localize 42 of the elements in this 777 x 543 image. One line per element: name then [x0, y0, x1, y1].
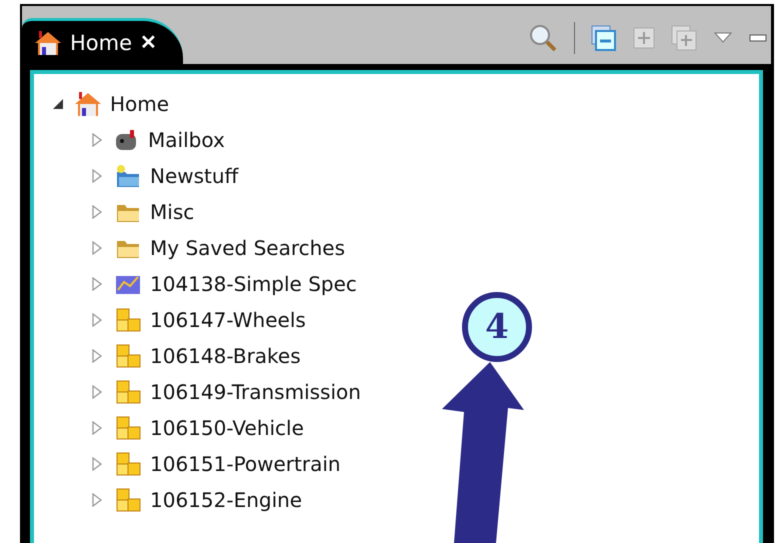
collapsed-arrow-icon[interactable] — [92, 493, 102, 507]
tree-item[interactable]: My Saved Searches — [150, 236, 346, 260]
boxes-icon — [114, 487, 142, 513]
collapsed-arrow-icon[interactable] — [92, 349, 102, 363]
tree-item[interactable]: 106148-Brakes — [150, 344, 301, 368]
boxes-icon — [114, 451, 142, 477]
folder-star-icon — [114, 164, 142, 188]
tree-item[interactable]: Home — [110, 92, 170, 116]
collapsed-arrow-icon[interactable] — [92, 457, 102, 471]
house-icon — [74, 91, 102, 117]
expand-all-icon[interactable] — [671, 25, 697, 51]
tab-label: Home — [70, 30, 132, 54]
collapsed-arrow-icon[interactable] — [92, 241, 102, 255]
tree-item[interactable]: 106147-Wheels — [150, 308, 306, 332]
tree-item[interactable]: 104138-Simple Spec — [150, 272, 357, 296]
collapsed-arrow-icon[interactable] — [92, 421, 102, 435]
collapsed-arrow-icon[interactable] — [92, 133, 102, 147]
tree-item[interactable]: 106149-Transmission — [150, 380, 361, 404]
house-icon — [34, 30, 62, 56]
boxes-icon — [114, 415, 142, 441]
tree-item[interactable]: 106152-Engine — [150, 488, 302, 512]
home-tab[interactable]: Home ✕ — [22, 18, 184, 64]
collapse-all-icon[interactable] — [591, 25, 617, 51]
boxes-icon — [114, 379, 142, 405]
close-button[interactable]: ✕ — [140, 30, 158, 55]
menu-icon[interactable] — [713, 31, 733, 45]
boxes-icon — [114, 343, 142, 369]
expand-icon[interactable] — [633, 27, 655, 49]
tree-item[interactable]: Newstuff — [150, 164, 238, 188]
minimize-icon[interactable] — [749, 33, 767, 43]
collapsed-arrow-icon[interactable] — [92, 169, 102, 183]
tree-item[interactable]: Mailbox — [148, 128, 225, 152]
tree-item[interactable]: 106151-Powertrain — [150, 452, 341, 476]
collapsed-arrow-icon[interactable] — [92, 205, 102, 219]
collapsed-arrow-icon[interactable] — [92, 277, 102, 291]
expanded-arrow-icon[interactable] — [52, 98, 64, 110]
tree-item[interactable]: 106150-Vehicle — [150, 416, 304, 440]
collapsed-arrow-icon[interactable] — [92, 313, 102, 327]
search-icon[interactable] — [528, 23, 558, 53]
tree-item[interactable]: Misc — [150, 200, 194, 224]
boxes-icon — [114, 307, 142, 333]
collapsed-arrow-icon[interactable] — [92, 385, 102, 399]
